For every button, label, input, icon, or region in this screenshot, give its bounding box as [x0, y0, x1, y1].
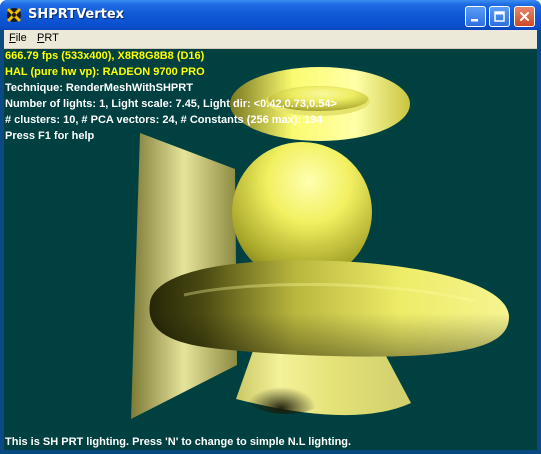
hud-device: HAL (pure hw vp): RADEON 9700 PRO	[5, 66, 205, 78]
render-viewport[interactable]: 666.79 fps (533x400), X8R8G8B8 (D16) HAL…	[4, 49, 537, 450]
hud-technique: Technique: RenderMeshWithSHPRT	[5, 82, 193, 94]
maximize-button[interactable]	[489, 6, 510, 27]
hud-footer: This is SH PRT lighting. Press 'N' to ch…	[5, 436, 352, 448]
menu-bar: File PRT	[4, 30, 537, 49]
minimize-button[interactable]	[465, 6, 486, 27]
menu-prt-label: RT	[44, 32, 59, 44]
minimize-icon	[471, 19, 478, 22]
menu-prt[interactable]: PRT	[37, 32, 59, 44]
menu-file-label: ile	[15, 32, 27, 44]
hud-clusters: # clusters: 10, # PCA vectors: 24, # Con…	[5, 114, 323, 126]
menu-file[interactable]: File	[9, 32, 27, 44]
hud-stats: 666.79 fps (533x400), X8R8G8B8 (D16)	[5, 50, 205, 62]
cone-shadow	[236, 354, 336, 414]
directx-icon[interactable]	[6, 7, 22, 23]
close-icon	[520, 12, 529, 21]
hud-lights: Number of lights: 1, Light scale: 7.45, …	[5, 98, 337, 110]
application-window: SHPRTVertex File PRT 666.79 fps (533x400…	[0, 0, 541, 454]
menu-file-accel: F	[9, 32, 16, 44]
ring-mesh	[149, 260, 510, 357]
title-bar[interactable]: SHPRTVertex	[0, 0, 541, 30]
hud-help: Press F1 for help	[5, 130, 95, 142]
window-title: SHPRTVertex	[28, 7, 125, 22]
maximize-icon	[494, 11, 505, 22]
close-button[interactable]	[514, 6, 535, 27]
